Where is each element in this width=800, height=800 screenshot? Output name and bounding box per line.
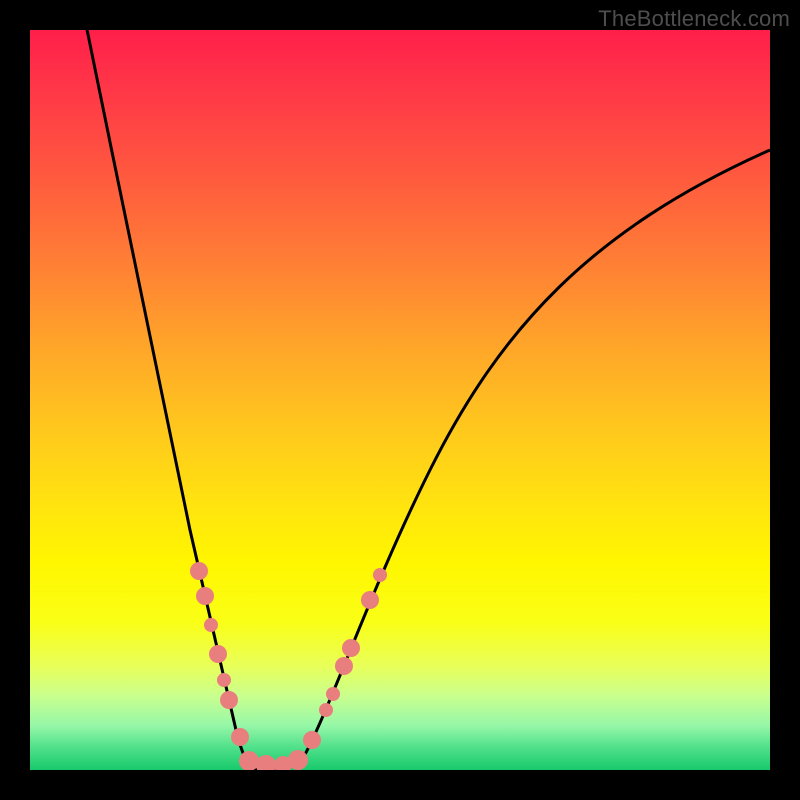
data-point — [319, 703, 333, 717]
data-point — [209, 645, 227, 663]
data-point — [196, 587, 214, 605]
data-point — [342, 639, 360, 657]
plot-area — [30, 30, 770, 770]
right-curve — [302, 150, 770, 760]
data-point — [335, 657, 353, 675]
curve-layer — [30, 30, 770, 770]
data-point — [288, 750, 308, 770]
data-point — [326, 687, 340, 701]
data-point — [217, 673, 231, 687]
data-point — [303, 731, 321, 749]
data-point — [204, 618, 218, 632]
data-point — [373, 568, 387, 582]
data-point — [256, 755, 276, 770]
data-point — [190, 562, 208, 580]
data-point — [220, 691, 238, 709]
watermark-text: TheBottleneck.com — [598, 6, 790, 32]
data-point — [361, 591, 379, 609]
data-point — [231, 728, 249, 746]
